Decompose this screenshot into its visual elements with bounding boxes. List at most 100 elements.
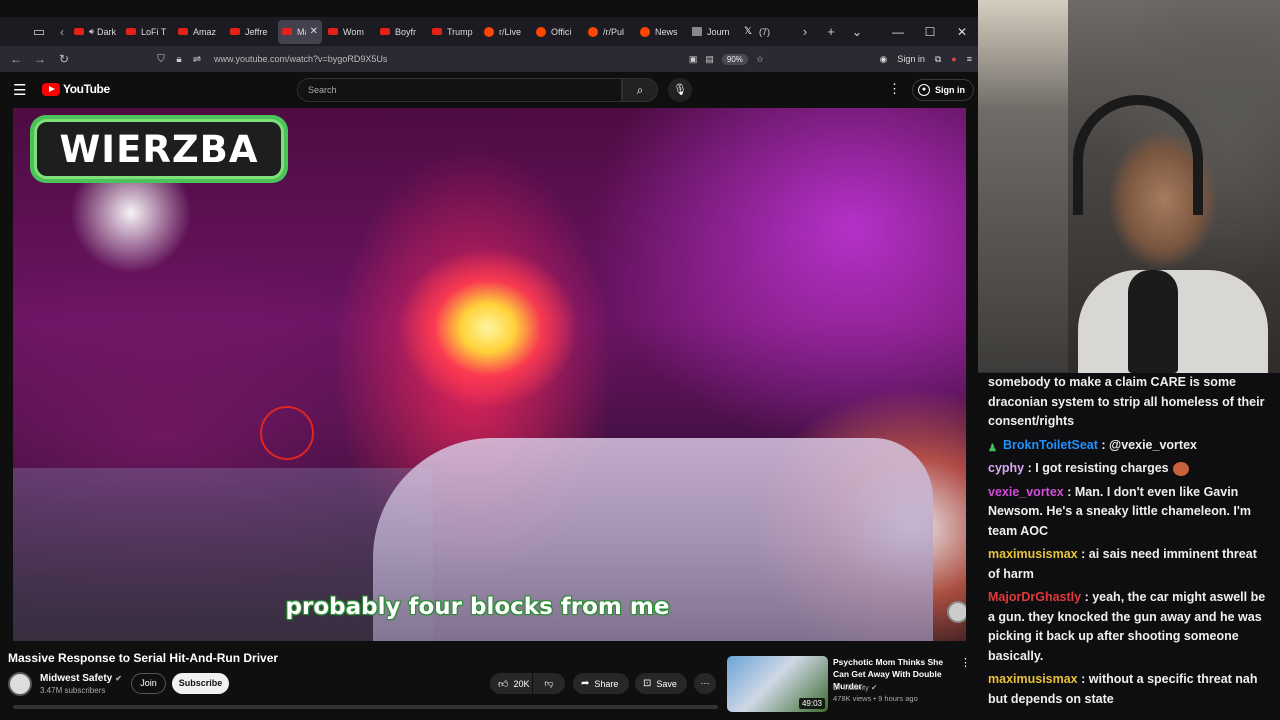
browser-tab[interactable]: 🔊︎Dark S: [70, 20, 120, 44]
browser-tab[interactable]: Boyfr: [376, 20, 426, 44]
recommended-more-icon[interactable]: ⋮: [960, 656, 971, 669]
chat-badge-icon: ♟: [988, 443, 997, 455]
share-button[interactable]: ➦ Share: [573, 673, 629, 694]
join-button[interactable]: Join: [131, 673, 166, 694]
recommended-thumbnail[interactable]: 49:03: [727, 656, 828, 712]
chat-username[interactable]: BroknToiletSeat: [1003, 438, 1098, 452]
addon-icon[interactable]: ●: [951, 54, 956, 64]
tab-label: News: [655, 26, 678, 37]
account-icon[interactable]: ◉: [879, 54, 887, 65]
youtube-sign-in-button[interactable]: ● Sign in: [912, 79, 974, 101]
zoom-level[interactable]: 90%: [721, 53, 748, 65]
reddit-favicon-icon: [640, 26, 650, 37]
chat-username[interactable]: maximusismax: [988, 672, 1078, 686]
chat-username[interactable]: vexie_vortex: [988, 485, 1064, 499]
app-menu-icon[interactable]: ≡: [967, 54, 972, 64]
subscribe-button[interactable]: Subscribe: [172, 673, 229, 694]
browser-tab[interactable]: Trump: [428, 20, 478, 44]
reddit-favicon-icon: [536, 26, 546, 37]
reader-view-icon[interactable]: ▤: [705, 54, 714, 65]
bookmark-icon: ⊡: [643, 678, 652, 689]
more-options-icon[interactable]: ⋮: [888, 81, 901, 97]
like-button[interactable]: 👍︎ 20K: [490, 673, 532, 694]
browser-tab[interactable]: Amaz: [174, 20, 224, 44]
video-player[interactable]: WIERZBA probably four blocks from me: [13, 108, 966, 641]
close-tab-icon[interactable]: ✕: [310, 26, 318, 37]
chat-separator: :: [1077, 547, 1089, 561]
verified-icon: ✔: [870, 683, 878, 692]
recommended-meta: 478K views • 9 hours ago: [833, 694, 918, 703]
search-button[interactable]: ⌕: [622, 78, 658, 102]
browser-tab[interactable]: /r/Pul: [584, 20, 634, 44]
video-title: Massive Response to Serial Hit-And-Run D…: [8, 651, 279, 665]
forward-icon[interactable]: →: [28, 52, 52, 66]
thumbs-down-icon: 👎︎: [544, 678, 554, 688]
browser-tab[interactable]: Wom: [324, 20, 374, 44]
dislike-button[interactable]: 👎︎: [533, 673, 565, 694]
back-icon[interactable]: ←: [4, 52, 28, 66]
chat-message: somebody to make a claim CARE is some dr…: [988, 373, 1270, 432]
recommended-video[interactable]: 49:03 Psychotic Mom Thinks She Can Get A…: [727, 656, 972, 712]
more-horizontal-icon: ⋯: [700, 678, 710, 688]
permissions-icon[interactable]: ⇌: [188, 54, 206, 65]
browser-tab[interactable]: Journ: [688, 20, 738, 44]
tab-list: 🔊︎Dark S LoFi T Amaz Jeffre Ma ✕ Wom Boyfr Trump…: [70, 19, 792, 44]
tab-label: Dark S: [97, 26, 116, 37]
youtube-logo[interactable]: YouTube: [42, 82, 110, 96]
browser-tab[interactable]: Jeffre: [226, 20, 276, 44]
screen: ▭ ‹ 🔊︎Dark S LoFi T Amaz Jeffre Ma ✕ Wom Boyfr T…: [0, 0, 1280, 720]
search-input[interactable]: Search: [297, 78, 622, 102]
channel-name-row[interactable]: Midwest Safety ✔: [40, 673, 122, 684]
new-tab-icon[interactable]: +: [818, 24, 844, 39]
browser-tab[interactable]: Ma ✕: [278, 19, 322, 44]
channel-watermark-icon[interactable]: [947, 601, 966, 623]
chat-message: maximusismax : ai sais need imminent thr…: [988, 545, 1270, 584]
hamburger-menu-icon[interactable]: ☰: [13, 81, 26, 99]
tab-label: Trump: [447, 26, 473, 37]
close-window-icon[interactable]: ✕: [946, 25, 978, 39]
youtube-favicon-icon: [230, 28, 240, 35]
tab-label: Offici: [551, 26, 572, 37]
thumbs-up-icon: 👍︎: [498, 678, 509, 690]
audio-playing-icon[interactable]: 🔊︎: [89, 27, 94, 37]
webcam-poster: [978, 0, 1068, 372]
maximize-icon[interactable]: ☐: [914, 25, 946, 39]
reload-icon[interactable]: ↻: [52, 52, 76, 66]
url-text[interactable]: www.youtube.com/watch?v=bygoRD9X5Us: [214, 54, 387, 64]
url-bar[interactable]: ⛉ 🔒︎ ⇌ www.youtube.com/watch?v=bygoRD9X5…: [152, 48, 764, 70]
browser-tab[interactable]: News: [636, 20, 686, 44]
chat-message: maximusismax : without a specific threat…: [988, 670, 1270, 709]
browser-tab[interactable]: LoFi T: [122, 20, 172, 44]
chat-username[interactable]: cyphy: [988, 461, 1024, 475]
tab-label: Boyfr: [395, 26, 417, 37]
browser-tab[interactable]: Offici: [532, 20, 582, 44]
lock-icon[interactable]: 🔒︎: [170, 54, 188, 65]
youtube-favicon-icon: [126, 28, 136, 35]
channel-avatar[interactable]: [8, 672, 32, 696]
extensions-icon[interactable]: ⧉: [935, 54, 941, 65]
bookmark-star-icon[interactable]: ☆: [756, 54, 764, 65]
minimize-icon[interactable]: —: [882, 25, 914, 39]
tab-overview-icon[interactable]: ▭: [24, 18, 54, 46]
shield-icon[interactable]: ⛉: [152, 54, 170, 65]
horizontal-scrollbar[interactable]: [13, 705, 718, 709]
channel-name[interactable]: Midwest Safety: [40, 673, 112, 684]
tabs-scroll-left-icon[interactable]: ‹: [54, 25, 70, 39]
chat-username[interactable]: maximusismax: [988, 547, 1078, 561]
tab-list-chevron-icon[interactable]: ⌄: [844, 24, 870, 40]
browser-tab[interactable]: 𝕏 (7): [740, 20, 790, 44]
voice-search-icon[interactable]: 🎙︎: [668, 78, 692, 102]
tabs-scroll-right-icon[interactable]: ›: [792, 24, 818, 39]
browser-sign-in[interactable]: Sign in: [897, 54, 925, 64]
youtube-header: ☰ YouTube Search ⌕ 🎙︎ ⋮ ● Sign in: [0, 72, 978, 108]
recommended-channel[interactable]: Dr Insanity ✔: [833, 683, 877, 692]
browser-tab[interactable]: r/Live: [480, 20, 530, 44]
recommended-duration: 49:03: [798, 698, 825, 709]
more-actions-button[interactable]: ⋯: [694, 673, 716, 694]
webcam-headset: [1073, 95, 1203, 215]
verified-icon: ✔: [115, 674, 122, 683]
save-button[interactable]: ⊡ Save: [635, 673, 687, 694]
picture-in-picture-icon[interactable]: ▣: [689, 54, 698, 65]
chat-username[interactable]: MajorDrGhastly: [988, 590, 1081, 604]
window-controls: — ☐ ✕: [882, 17, 978, 46]
